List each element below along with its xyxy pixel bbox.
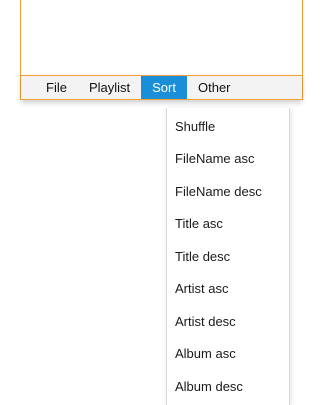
menubar: File Playlist Sort Other [21, 75, 302, 100]
sort-filename-asc-item[interactable]: FileName asc [167, 143, 289, 176]
player-window: File Playlist Sort Other [20, 0, 303, 100]
sort-title-asc-item[interactable]: Title asc [167, 208, 289, 241]
playlist-area[interactable] [21, 0, 302, 74]
menu-other[interactable]: Other [187, 76, 242, 99]
sort-album-desc-item[interactable]: Album desc [167, 370, 289, 403]
sort-dropdown-menu: Shuffle FileName asc FileName desc Title… [166, 108, 290, 405]
sort-shuffle-item[interactable]: Shuffle [167, 110, 289, 143]
sort-album-asc-item[interactable]: Album asc [167, 338, 289, 371]
menu-playlist[interactable]: Playlist [78, 76, 141, 99]
menu-file[interactable]: File [35, 76, 78, 99]
sort-artist-desc-item[interactable]: Artist desc [167, 305, 289, 338]
sort-filename-desc-item[interactable]: FileName desc [167, 175, 289, 208]
sort-artist-asc-item[interactable]: Artist asc [167, 273, 289, 306]
menu-sort[interactable]: Sort [141, 76, 187, 99]
sort-title-desc-item[interactable]: Title desc [167, 240, 289, 273]
